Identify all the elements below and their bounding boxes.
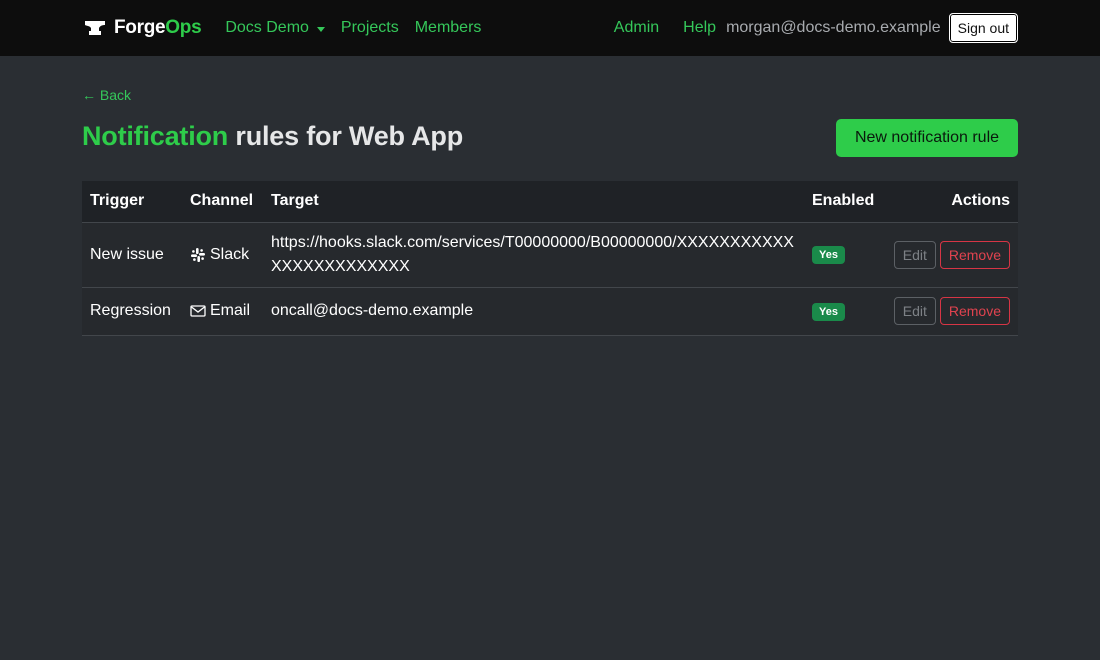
header-channel: Channel xyxy=(182,181,263,223)
cell-channel: Slack xyxy=(182,222,263,288)
page-title-accent: Notification xyxy=(82,121,229,151)
org-dropdown[interactable]: Docs Demo xyxy=(225,19,325,37)
channel-label: Slack xyxy=(210,245,250,263)
cell-channel: Email xyxy=(182,287,263,336)
slack-icon xyxy=(191,247,205,262)
envelope-icon xyxy=(190,305,206,317)
back-link[interactable]: ← Back xyxy=(82,87,131,103)
cell-actions: Edit Remove xyxy=(882,287,1018,336)
notification-rules-table: Trigger Channel Target Enabled Actions N… xyxy=(82,181,1018,336)
page-title-rest: rules for Web App xyxy=(228,121,464,151)
cell-trigger: Regression xyxy=(82,287,182,336)
nav-admin[interactable]: Admin xyxy=(614,19,659,37)
org-dropdown-label: Docs Demo xyxy=(225,19,309,36)
cell-target: https://hooks.slack.com/services/T000000… xyxy=(263,222,804,288)
header-enabled: Enabled xyxy=(804,181,883,223)
new-notification-rule-button[interactable]: New notification rule xyxy=(836,119,1018,157)
cell-trigger: New issue xyxy=(82,222,182,288)
caret-down-icon xyxy=(316,26,325,32)
enabled-badge: Yes xyxy=(812,302,845,321)
remove-button[interactable]: Remove xyxy=(939,297,1010,325)
brand-name-part2: Ops xyxy=(165,17,202,38)
table-header-row: Trigger Channel Target Enabled Actions xyxy=(82,181,1018,223)
table-row: Regression Email oncall@docs-demo.exampl… xyxy=(82,287,1018,336)
cell-enabled: Yes xyxy=(804,287,883,336)
header-target: Target xyxy=(263,181,804,223)
secondary-nav: Admin Help morgan@docs-demo.example Sign… xyxy=(614,13,1018,43)
channel-label: Email xyxy=(210,302,251,319)
sign-out-button[interactable]: Sign out xyxy=(948,13,1018,43)
nav-projects[interactable]: Projects xyxy=(341,19,399,37)
edit-button[interactable]: Edit xyxy=(893,240,936,269)
brand-logo-link[interactable]: ForgeOps xyxy=(84,17,202,39)
page-title: Notification rules for Web App xyxy=(82,121,463,152)
brand-name-part1: Forge xyxy=(114,17,166,38)
anvil-icon xyxy=(85,21,105,35)
user-email: morgan@docs-demo.example xyxy=(726,19,941,36)
brand-name: ForgeOps xyxy=(114,17,202,39)
nav-members[interactable]: Members xyxy=(415,19,482,37)
table-row: New issue Slack https://hooks.slack.com/… xyxy=(82,222,1018,288)
top-navbar: ForgeOps Docs Demo Projects Members Admi… xyxy=(0,0,1100,56)
primary-nav: Docs Demo Projects Members xyxy=(225,19,481,37)
remove-button[interactable]: Remove xyxy=(939,240,1010,269)
edit-button[interactable]: Edit xyxy=(893,297,936,325)
cell-target: oncall@docs-demo.example xyxy=(263,287,804,336)
nav-help[interactable]: Help xyxy=(683,19,716,37)
cell-actions: Edit Remove xyxy=(882,222,1018,288)
header-actions: Actions xyxy=(882,181,1018,223)
target-text: https://hooks.slack.com/services/T000000… xyxy=(271,233,794,275)
enabled-badge: Yes xyxy=(812,246,845,264)
target-text: oncall@docs-demo.example xyxy=(271,302,474,319)
header-trigger: Trigger xyxy=(82,181,182,223)
cell-enabled: Yes xyxy=(804,222,883,288)
